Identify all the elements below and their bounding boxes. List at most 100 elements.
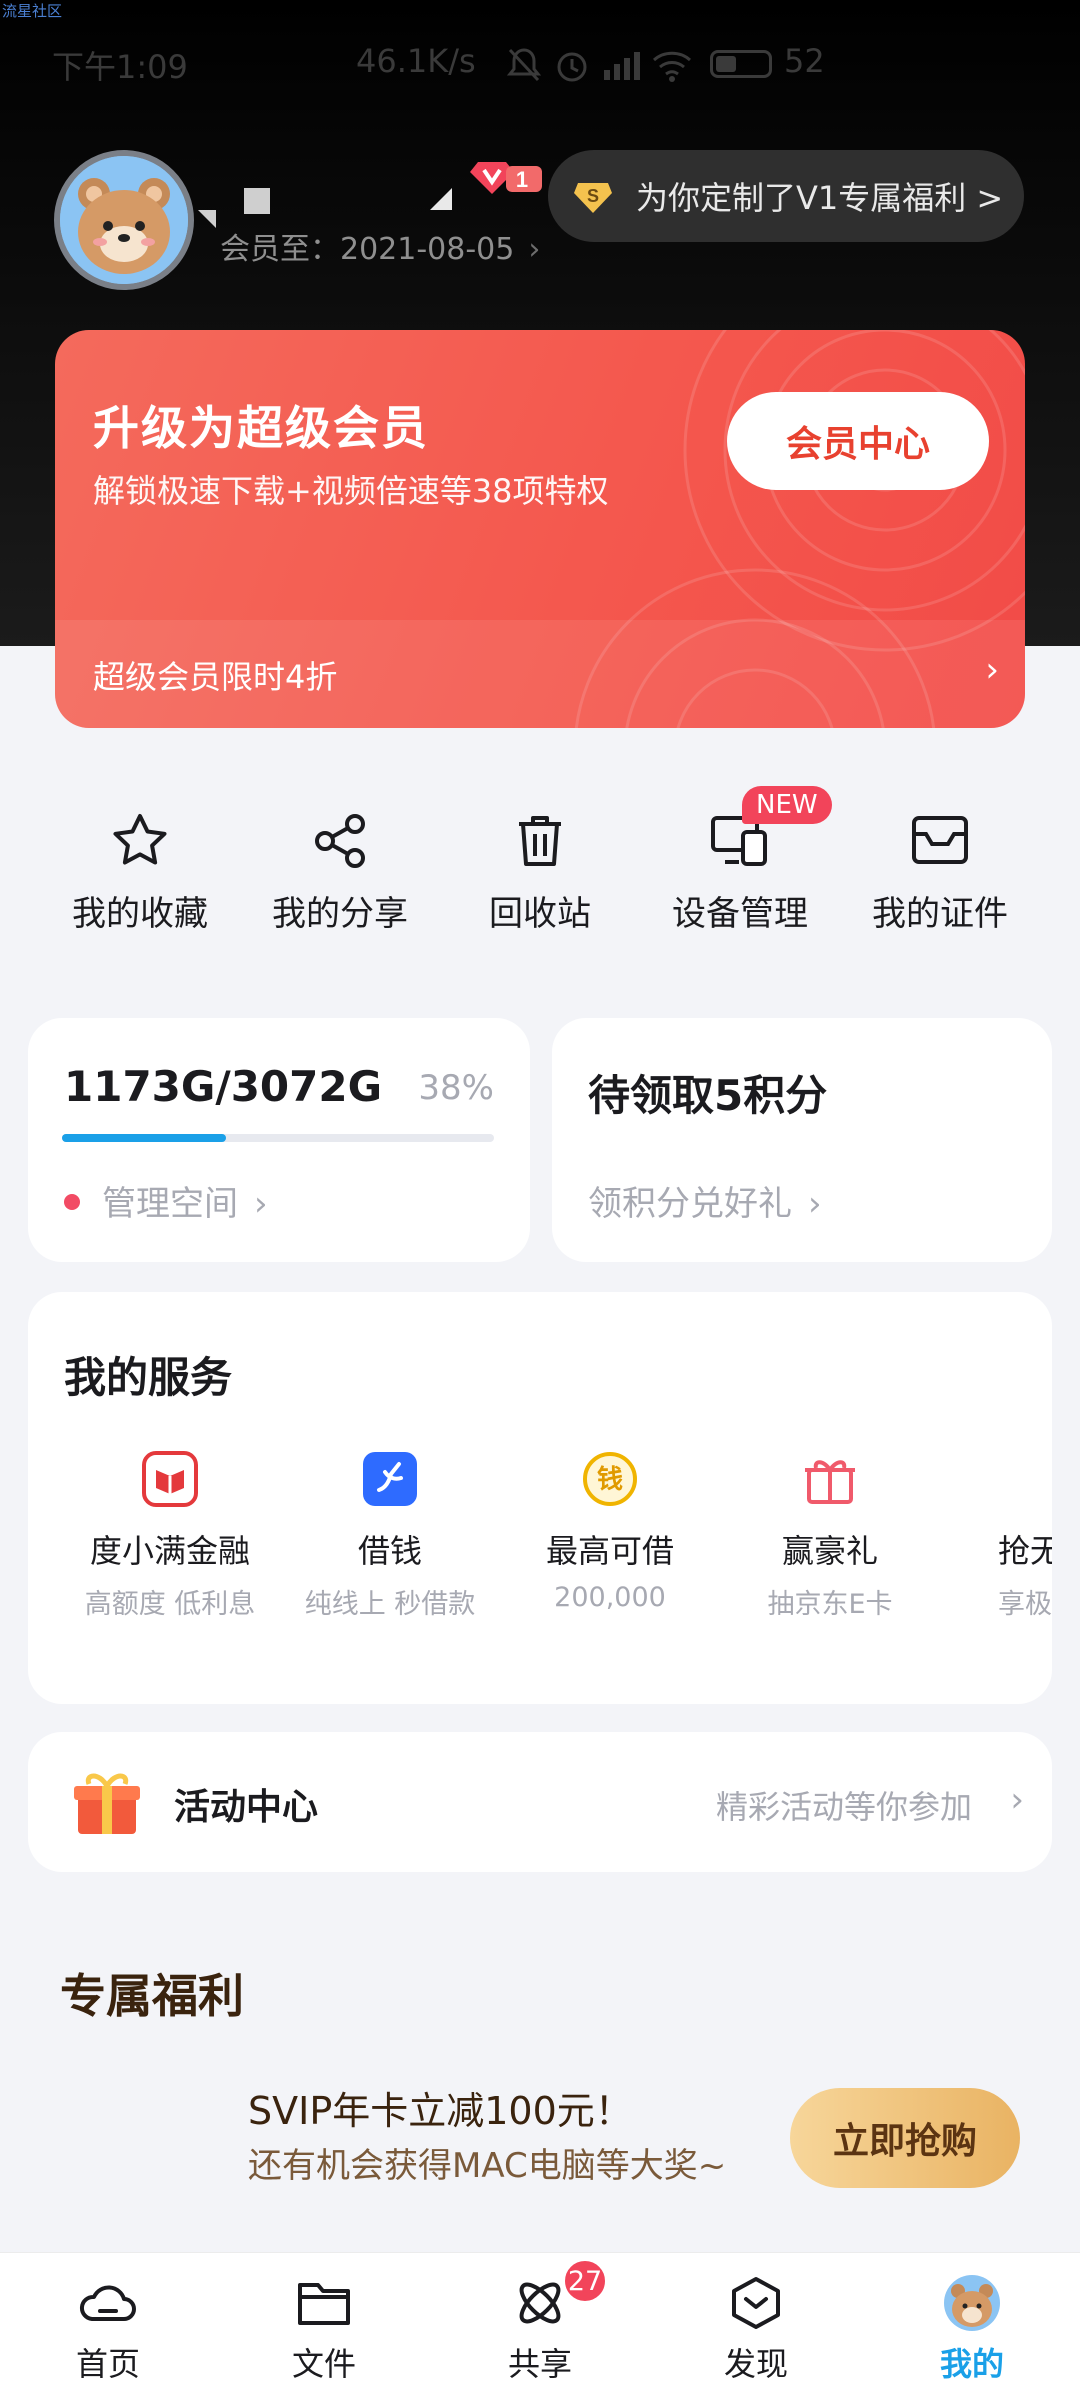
bear-avatar-icon [944,2275,1000,2331]
service-max-loan[interactable]: 钱 最高可借 200,000 [500,1450,720,1613]
signal-icon [600,46,652,92]
quick-action-favorites[interactable]: 我的收藏 [40,810,240,935]
tab-label: 首页 [75,2345,140,2383]
username-redacted [244,188,270,214]
money-icon: 钱 [581,1450,639,1508]
redeem-points-text: 领积分兑好礼 [588,1184,792,1224]
tab-label: 文件 [291,2345,356,2383]
manage-space-link[interactable]: 管理空间 › [64,1176,268,1225]
quick-action-label: 设备管理 [672,894,808,934]
vip-card-title: 升级为超级会员 [93,401,429,455]
service-unlimited[interactable]: 抢无限 享极速 [928,1450,1052,1621]
tab-mine[interactable]: 我的 [892,2273,1052,2385]
shared-count-badge: 27 [562,2258,608,2304]
quick-action-recycle-bin[interactable]: 回收站 [440,810,640,935]
quick-action-shares[interactable]: 我的分享 [240,810,440,935]
status-time: 下午1:09 [52,48,188,86]
bottom-tab-bar: 首页 文件 共享 发现 我的 [0,2252,1080,2400]
star-icon [113,814,167,865]
chevron-right-icon: › [528,232,541,267]
tab-files[interactable]: 文件 [244,2273,404,2385]
mute-icon [504,46,544,92]
gift-icon [801,1450,859,1508]
svg-text:S: S [587,186,599,206]
manage-space-text: 管理空间 [102,1184,238,1224]
vip-level-badge[interactable]: 1 [470,158,542,198]
battery-icon [710,50,772,78]
cloud-icon [79,2285,136,2321]
username-redacted [430,188,452,210]
chevron-right-icon: › [985,650,999,690]
points-title: 待领取5积分 [588,1071,828,1120]
service-name: 借钱 [357,1532,422,1570]
quick-action-label: 回收站 [489,894,591,934]
chevron-right-icon: › [1010,1780,1024,1820]
exclusive-benefits-title: 专属福利 [60,1969,244,2023]
vip-discount-bar[interactable]: 超级会员限时4折 › [55,620,1025,728]
wifi-icon [650,46,694,92]
atom-share-icon [519,2282,561,2324]
alert-dot [64,1193,80,1210]
service-gift-draw[interactable]: 赢豪礼 抽京东E卡 [720,1450,940,1621]
storage-card[interactable]: 1173G/3072G 38% 管理空间 › [28,1018,530,1262]
avatar[interactable] [54,150,194,290]
storage-percent: 38% [418,1068,494,1108]
member-expiry[interactable]: 会员至：2021-08-05 › [220,224,540,268]
activity-center-row[interactable]: 活动中心 精彩活动等你参加 › [28,1732,1052,1872]
folder-icon [298,2283,350,2325]
tab-label: 共享 [507,2345,572,2383]
offer-headline: SVIP年卡立减100元！ [248,2089,633,2133]
offer-subline: 还有机会获得MAC电脑等大奖~ [248,2146,727,2186]
redeem-points-link[interactable]: 领积分兑好礼 › [588,1176,822,1225]
battery-percent: 52 [784,42,825,80]
member-center-button[interactable]: 会员中心 [727,392,989,490]
service-desc: 纯线上 秒借款 [304,1589,476,1620]
service-desc: 抽京东E卡 [767,1589,893,1620]
member-expiry-text: 会员至：2021-08-05 [220,232,515,267]
tab-label: 我的 [939,2345,1004,2383]
coin-icon: S [572,175,614,217]
chevron-right-icon: › [254,1184,268,1224]
service-name: 度小满金融 [89,1532,250,1570]
activity-center-title: 活动中心 [174,1787,319,1828]
duxiaoman-logo-icon [141,1450,199,1508]
quick-action-devices[interactable]: 设备管理 [640,810,840,935]
status-bar: 下午1:09 46.1K/s 52 [52,42,1040,88]
cube-icon [732,2277,780,2329]
watermark: 流星社区 [2,2,63,20]
tab-label: 发现 [723,2345,788,2383]
service-borrow[interactable]: 借钱 纯线上 秒借款 [280,1450,500,1621]
chevron-right-icon: › [808,1184,822,1224]
tab-discover[interactable]: 发现 [676,2273,836,2385]
share-icon [315,814,365,868]
vip-discount-text: 超级会员限时4折 [93,658,338,696]
username-redacted [198,210,216,228]
points-card[interactable]: 待领取5积分 领积分兑好礼 › [552,1018,1052,1262]
storage-value: 1173G/3072G [64,1062,383,1111]
storage-progress [62,1134,494,1142]
vip-level-text: 1 [516,167,528,192]
service-name: 抢无限 [998,1532,1052,1570]
gift-box-icon [72,1768,142,1838]
money-icon-char: 钱 [597,1465,623,1495]
id-card-icon [912,816,968,864]
service-name: 最高可借 [545,1532,674,1570]
trash-icon [519,816,561,866]
vip-promo-text: 为你定制了V1专属福利 > [636,179,1004,217]
storage-progress-fill [62,1134,227,1142]
vip-promo-pill[interactable]: S 为你定制了V1专属福利 > [548,150,1024,242]
quick-action-label: 我的分享 [272,894,408,934]
quick-action-label: 我的证件 [872,894,1008,934]
quick-action-id-cards[interactable]: 我的证件 [840,810,1040,935]
buy-now-button[interactable]: 立即抢购 [790,2088,1020,2188]
tab-home[interactable]: 首页 [28,2273,188,2385]
my-services-card: 我的服务 度小满金融 高额度 低利息 借钱 纯线上 秒借款 钱 最高可借 200… [28,1292,1052,1704]
service-desc: 200,000 [554,1582,666,1613]
super-vip-card[interactable]: 升级为超级会员 解锁极速下载+视频倍速等38项特权 会员中心 超级会员限时4折 … [55,330,1025,728]
service-desc: 高额度 低利息 [84,1589,256,1620]
service-duxiaoman[interactable]: 度小满金融 高额度 低利息 [60,1450,280,1621]
status-net-speed: 46.1K/s [356,42,476,80]
borrow-app-icon [361,1450,419,1508]
services-title: 我的服务 [64,1353,233,1402]
quick-action-label: 我的收藏 [72,894,208,934]
